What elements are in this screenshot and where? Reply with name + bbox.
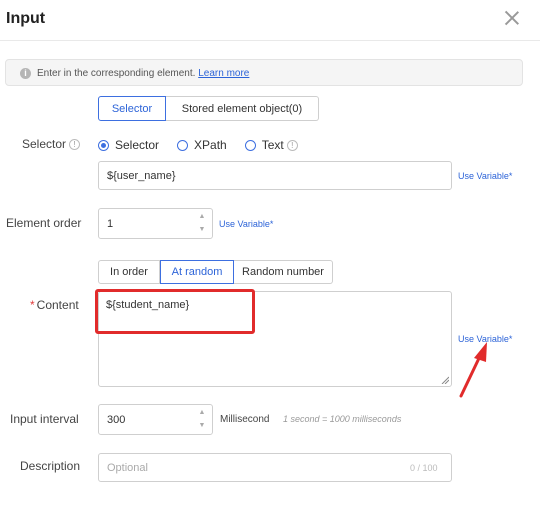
order-mode-tabs: In order At random Random number xyxy=(98,260,333,284)
radio-selector[interactable]: Selector xyxy=(98,138,159,152)
description-input[interactable]: Optional xyxy=(98,453,452,482)
tab-random-number[interactable]: Random number xyxy=(234,260,333,284)
input-interval-value: 300 xyxy=(107,413,126,426)
selector-label: Selector! xyxy=(22,137,81,151)
chevron-down-icon[interactable]: ▼ xyxy=(199,226,206,234)
input-interval-input[interactable]: 300 ▲ ▼ xyxy=(98,404,213,435)
target-type-tabs: Selector Stored element object(0) xyxy=(98,96,319,121)
learn-more-link[interactable]: Learn more xyxy=(198,68,249,79)
selector-input[interactable]: ${user_name} xyxy=(98,161,452,190)
selector-label-text: Selector xyxy=(22,137,67,151)
element-order-input[interactable]: 1 ▲ ▼ xyxy=(98,208,213,239)
tab-in-order[interactable]: In order xyxy=(98,260,160,284)
required-asterisk: * xyxy=(30,298,35,312)
input-interval-label: Input interval xyxy=(10,412,79,426)
element-order-use-variable-link[interactable]: Use Variable* xyxy=(219,219,273,229)
radio-dot xyxy=(177,139,189,151)
chevron-up-icon[interactable]: ▲ xyxy=(199,409,206,417)
info-text: Enter in the corresponding element. Lear… xyxy=(37,68,249,79)
radio-xpath-label: XPath xyxy=(194,138,227,152)
content-value: ${student_name} xyxy=(106,299,190,311)
selector-use-variable-link[interactable]: Use Variable* xyxy=(458,171,512,181)
element-order-value: 1 xyxy=(107,217,114,230)
content-label-text: Content xyxy=(36,298,79,312)
chevron-down-icon[interactable]: ▼ xyxy=(199,422,206,430)
selector-type-radios: Selector XPath Text ! xyxy=(98,138,316,152)
description-counter: 0 / 100 xyxy=(410,463,438,473)
content-label: * Content xyxy=(30,298,79,312)
tab-stored-element-object[interactable]: Stored element object(0) xyxy=(166,96,319,121)
radio-dot xyxy=(244,139,256,151)
element-order-label: Element order xyxy=(6,216,82,230)
radio-dot xyxy=(98,139,109,151)
dialog-title: Input xyxy=(6,10,46,27)
tab-at-random[interactable]: At random xyxy=(160,260,234,284)
description-label: Description xyxy=(20,459,81,473)
selector-value: ${user_name} xyxy=(107,169,176,182)
radio-xpath[interactable]: XPath xyxy=(177,138,227,152)
radio-text[interactable]: Text ! xyxy=(244,138,298,152)
help-icon[interactable]: ! xyxy=(69,139,81,151)
arrow-icon xyxy=(459,342,487,398)
close-icon[interactable] xyxy=(502,8,522,28)
input-interval-unit: Millisecond xyxy=(220,414,270,425)
input-interval-hint: 1 second = 1000 milliseconds xyxy=(283,414,402,424)
tab-selector[interactable]: Selector xyxy=(98,96,166,121)
radio-text-label: Text xyxy=(261,138,284,152)
description-placeholder: Optional xyxy=(107,461,148,474)
info-icon: i xyxy=(20,68,31,79)
radio-selector-label: Selector xyxy=(115,138,160,152)
input-interval-stepper: ▲ ▼ xyxy=(196,409,208,430)
info-message: Enter in the corresponding element. xyxy=(37,68,196,79)
info-bar: i Enter in the corresponding element. Le… xyxy=(5,59,523,86)
header-divider xyxy=(0,40,540,41)
chevron-up-icon[interactable]: ▲ xyxy=(199,213,206,221)
help-icon[interactable]: ! xyxy=(286,139,298,151)
resize-handle-icon[interactable] xyxy=(441,376,449,384)
element-order-stepper: ▲ ▼ xyxy=(196,213,208,234)
content-highlight-box xyxy=(95,289,255,334)
